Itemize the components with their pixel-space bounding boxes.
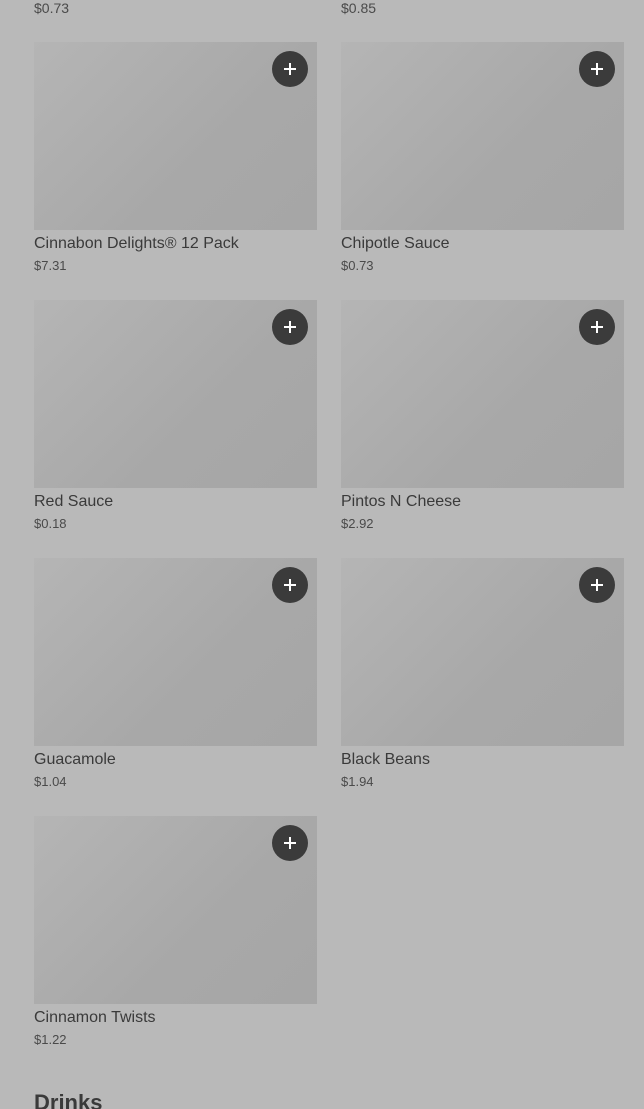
menu-item-card[interactable]: Cinnabon Delights® 12 Pack $7.31 [34, 42, 317, 282]
item-name[interactable]: Cinnabon Delights® 12 Pack [34, 234, 239, 254]
plus-icon [284, 837, 296, 849]
item-price: $7.31 [34, 258, 67, 273]
item-name[interactable]: Cinnamon Twists [34, 1008, 156, 1028]
plus-icon [284, 321, 296, 333]
plus-icon [284, 579, 296, 591]
add-to-cart-button[interactable] [272, 567, 308, 603]
item-price: $0.73 [341, 258, 374, 273]
add-to-cart-button[interactable] [579, 567, 615, 603]
menu-item-card[interactable]: Chipotle Sauce $0.73 [341, 42, 624, 282]
section-heading-drinks: Drinks [34, 1090, 103, 1109]
menu-item-card[interactable]: Guacamole $1.04 [34, 558, 317, 798]
item-name[interactable]: Black Beans [341, 750, 430, 770]
item-name[interactable]: Guacamole [34, 750, 116, 770]
item-price: $2.92 [341, 516, 374, 531]
item-price: $1.94 [341, 774, 374, 789]
previous-row-prices: $0.73 $0.85 [34, 0, 624, 20]
item-price: $0.18 [34, 516, 67, 531]
item-price: $0.73 [34, 0, 70, 16]
add-to-cart-button[interactable] [579, 51, 615, 87]
menu-page: $0.73 $0.85 Cinnabon Delights® 12 Pack $… [0, 0, 644, 1109]
menu-item-card[interactable]: Pintos N Cheese $2.92 [341, 300, 624, 540]
item-price: $0.85 [341, 0, 377, 16]
menu-item-card[interactable]: Black Beans $1.94 [341, 558, 624, 798]
item-price: $1.22 [34, 1032, 67, 1047]
menu-item-card[interactable]: Red Sauce $0.18 [34, 300, 317, 540]
add-to-cart-button[interactable] [579, 309, 615, 345]
item-name[interactable]: Chipotle Sauce [341, 234, 450, 254]
item-name[interactable]: Red Sauce [34, 492, 113, 512]
item-price: $1.04 [34, 774, 67, 789]
add-to-cart-button[interactable] [272, 825, 308, 861]
plus-icon [284, 63, 296, 75]
item-name[interactable]: Pintos N Cheese [341, 492, 461, 512]
add-to-cart-button[interactable] [272, 51, 308, 87]
plus-icon [591, 321, 603, 333]
menu-item-card[interactable]: Cinnamon Twists $1.22 [34, 816, 317, 1056]
add-to-cart-button[interactable] [272, 309, 308, 345]
plus-icon [591, 579, 603, 591]
plus-icon [591, 63, 603, 75]
